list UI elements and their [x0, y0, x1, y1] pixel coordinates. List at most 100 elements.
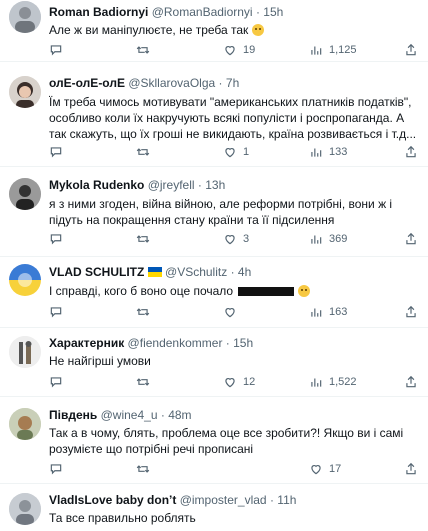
like-button[interactable]: 12 — [223, 375, 255, 389]
tweet-text-content: Але ж ви маніпулюєте, не треба так — [49, 23, 249, 37]
timestamp[interactable]: 48m — [168, 408, 191, 422]
author-name[interactable]: Південь — [49, 408, 97, 422]
ukraine-flag-icon — [147, 267, 162, 277]
avatar-kharakternyk[interactable] — [9, 336, 41, 368]
tweet-3[interactable]: Mykola Rudenko @jreyfell · 13h я з ними … — [0, 168, 428, 257]
retweet-icon — [136, 148, 150, 156]
share-button[interactable] — [404, 232, 418, 246]
author-name[interactable]: VladIsLove baby don’t — [49, 493, 176, 507]
view-count: 163 — [329, 306, 348, 318]
reply-button[interactable] — [49, 232, 69, 246]
reply-button[interactable] — [49, 43, 69, 57]
tweet-text: І справді, кого б воно оце почало — [49, 283, 418, 299]
retweet-button[interactable] — [136, 145, 156, 159]
author-handle[interactable]: @jreyfell — [148, 178, 195, 192]
view-count: 1,125 — [329, 44, 357, 56]
retweet-button[interactable] — [136, 43, 156, 57]
like-count: 17 — [329, 463, 342, 475]
share-button[interactable] — [404, 375, 418, 389]
retweet-button[interactable] — [136, 375, 156, 389]
like-button[interactable]: 17 — [309, 462, 341, 476]
like-button[interactable]: 1 — [223, 145, 249, 159]
avatar-vladislove[interactable] — [9, 493, 41, 525]
author-handle[interactable]: @wine4_u — [101, 408, 158, 422]
views-icon — [311, 235, 322, 244]
avatar-vlad-schulitz[interactable] — [9, 264, 41, 296]
retweet-button[interactable] — [136, 305, 156, 319]
tweet-4[interactable]: VLAD SCHULITZ @VSchulitz · 4h І справді,… — [0, 258, 428, 328]
heart-icon — [225, 378, 235, 388]
reply-icon — [50, 147, 62, 158]
avatar-olga[interactable] — [9, 76, 41, 108]
tweet-text-content: І справді, кого б воно оце почало — [49, 284, 234, 298]
tweet-2[interactable]: олЕ-олЕ-олЕ @SkllarovaOlga · 7h Їм треба… — [0, 63, 428, 167]
tweet-actions: 17 — [49, 462, 418, 478]
share-icon — [406, 145, 416, 158]
reply-button[interactable] — [49, 145, 69, 159]
avatar-pivden[interactable] — [9, 408, 41, 440]
author-handle[interactable]: @fiendenkommer — [128, 336, 223, 350]
tweet-text: Та все правильно роблять — [49, 511, 196, 525]
views-button[interactable]: 163 — [309, 305, 347, 319]
like-count: 12 — [243, 376, 256, 388]
views-button[interactable]: 1,125 — [309, 43, 357, 57]
like-button[interactable] — [223, 305, 243, 319]
reply-button[interactable] — [49, 462, 69, 476]
author-handle[interactable]: @RomanBadiornyi — [152, 5, 253, 19]
retweet-button[interactable] — [136, 232, 156, 246]
tweet-text: Так а в чому, блять, проблема оце все зр… — [49, 426, 404, 456]
timestamp[interactable]: 4h — [238, 265, 251, 279]
author-name[interactable]: олЕ-олЕ-олЕ — [49, 76, 125, 90]
reply-icon — [50, 234, 62, 245]
tweet-7[interactable]: VladIsLove baby don’t @imposter_vlad · 1… — [0, 485, 428, 531]
retweet-button[interactable] — [136, 462, 156, 476]
like-button[interactable]: 3 — [223, 232, 249, 246]
tweet-text: я з ними згоден, війна війною, але рефор… — [49, 197, 393, 227]
retweet-icon — [136, 378, 150, 386]
reply-icon — [50, 45, 62, 56]
tweet-actions: 12 1,522 — [49, 375, 418, 391]
author-handle[interactable]: @SkllarovaOlga — [128, 76, 215, 90]
views-button[interactable]: 369 — [309, 232, 347, 246]
author-handle[interactable]: @VSchulitz — [165, 265, 227, 279]
tweet-actions: 19 1,125 — [49, 43, 418, 59]
like-count: 19 — [243, 44, 256, 56]
separator-dot: · — [218, 76, 223, 90]
tweet-6[interactable]: Південь @wine4_u · 48m Так а в чому, бля… — [0, 398, 428, 484]
timestamp[interactable]: 15h — [263, 5, 283, 19]
view-count: 369 — [329, 233, 348, 245]
reply-button[interactable] — [49, 375, 69, 389]
share-button[interactable] — [404, 43, 418, 57]
timestamp[interactable]: 13h — [205, 178, 225, 192]
views-icon — [311, 148, 322, 157]
separator-dot: · — [269, 493, 274, 507]
share-button[interactable] — [404, 462, 418, 476]
like-button[interactable]: 19 — [223, 43, 255, 57]
avatar-mykola[interactable] — [9, 178, 41, 210]
avatar-roman[interactable] — [9, 1, 41, 33]
timestamp[interactable]: 15h — [233, 336, 253, 350]
views-button[interactable]: 133 — [309, 145, 347, 159]
views-icon — [311, 46, 322, 55]
author-name[interactable]: Mykola Rudenko — [49, 178, 144, 192]
reply-button[interactable] — [49, 305, 69, 319]
tweet-header: VLAD SCHULITZ @VSchulitz · 4h — [49, 265, 420, 280]
author-name[interactable]: VLAD SCHULITZ — [49, 265, 144, 279]
tweet-actions: 163 — [49, 305, 418, 321]
retweet-icon — [136, 46, 150, 54]
share-button[interactable] — [404, 305, 418, 319]
author-name[interactable]: Roman Badiornyi — [49, 5, 148, 19]
timestamp[interactable]: 11h — [277, 493, 296, 507]
views-button[interactable]: 1,522 — [309, 375, 357, 389]
share-button[interactable] — [404, 145, 418, 159]
tweet-1[interactable]: Roman Badiornyi @RomanBadiornyi · 15h Ал… — [0, 0, 428, 62]
heart-icon — [311, 465, 321, 475]
author-handle[interactable]: @imposter_vlad — [180, 493, 267, 507]
separator-dot: · — [197, 178, 202, 192]
reply-feed: Roman Badiornyi @RomanBadiornyi · 15h Ал… — [0, 0, 428, 531]
author-name[interactable]: Характерник — [49, 336, 124, 350]
tweet-5[interactable]: Характерник @fiendenkommer · 15h Не найг… — [0, 329, 428, 397]
view-count: 133 — [329, 146, 348, 158]
separator-dot: · — [255, 5, 260, 19]
timestamp[interactable]: 7h — [226, 76, 239, 90]
